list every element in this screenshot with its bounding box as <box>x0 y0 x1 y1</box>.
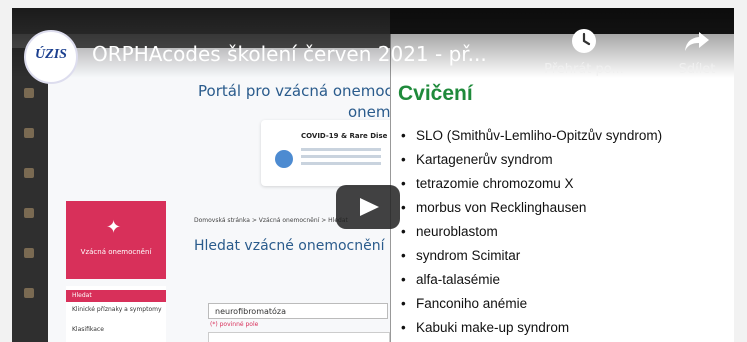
dock-icon <box>24 288 34 298</box>
play-button[interactable] <box>336 185 400 229</box>
slide-title: Cvičení <box>398 82 473 105</box>
list-item: SLO (Smithův-Lemliho-Opitzův syndrom) <box>399 128 662 152</box>
channel-avatar[interactable]: ÚZIS <box>24 30 78 84</box>
menu-item: Klasifikace <box>72 326 104 333</box>
video-player[interactable]: Portál pro vzácná onemocnění onemo COVID… <box>12 8 734 342</box>
presentation-slide: Cvičení SLO (Smithův-Lemliho-Opitzův syn… <box>390 34 734 342</box>
text-line <box>301 155 381 158</box>
list-item: alfa-talasémie <box>399 272 662 296</box>
covid-card-title: COVID-19 & Rare Dise <box>301 132 388 140</box>
list-item: morbus von Recklinghausen <box>399 200 662 224</box>
watch-later-label: Přehrát po... <box>544 62 624 77</box>
dock-icon <box>24 208 34 218</box>
text-line <box>301 162 381 165</box>
rare-diseases-tile-label: Vzácná onemocnění <box>80 248 152 256</box>
desktop-dock <box>12 48 48 342</box>
dock-icon <box>24 88 34 98</box>
dock-icon <box>24 168 34 178</box>
dock-icon <box>24 248 34 258</box>
molecule-icon: ✦ <box>106 217 122 238</box>
required-note: (*) povinné pole <box>210 321 259 328</box>
text-line <box>301 148 381 151</box>
list-item: tetrazomie chromozomu X <box>399 176 662 200</box>
watch-later-button[interactable]: Přehrát po... <box>539 28 629 77</box>
search-input: neurofibromatóza <box>208 303 388 319</box>
list-item: syndrom Scimitar <box>399 248 662 272</box>
list-item: Kabuki make-up syndrom <box>399 320 662 342</box>
list-item: Fanconiho anémie <box>399 296 662 320</box>
dock-icon <box>24 128 34 138</box>
list-item: Kartagenerův syndrom <box>399 152 662 176</box>
side-menu: Hledat Klinické příznaky a symptomy Klas… <box>66 286 166 342</box>
play-icon <box>360 198 379 216</box>
covid-card-icon <box>275 150 293 168</box>
search-input-secondary <box>208 332 390 342</box>
rare-diseases-tile: ✦ Vzácná onemocnění <box>66 201 166 279</box>
clock-icon <box>572 29 596 53</box>
breadcrumb: Domovská stránka > Vzácná onemocnění > H… <box>194 217 348 224</box>
menu-item: Klinické příznaky a symptomy <box>72 306 162 313</box>
share-button[interactable]: Sdílet <box>652 28 734 77</box>
channel-logo-text: ÚZIS <box>35 47 67 62</box>
video-embed-frame: Portál pro vzácná onemocnění onemo COVID… <box>0 0 747 342</box>
menu-item-active: Hledat <box>66 290 166 302</box>
search-heading: Hledat vzácné onemocnění <box>194 238 385 254</box>
bullet-list: SLO (Smithův-Lemliho-Opitzův syndrom) Ka… <box>399 128 662 342</box>
video-title-bar: ÚZIS ORPHAcodes školení červen 2021 - př… <box>12 8 734 84</box>
list-item: neuroblastom <box>399 224 662 248</box>
video-title[interactable]: ORPHAcodes školení červen 2021 - př... <box>92 42 487 66</box>
share-arrow-icon <box>685 32 709 51</box>
share-label: Sdílet <box>678 62 716 77</box>
